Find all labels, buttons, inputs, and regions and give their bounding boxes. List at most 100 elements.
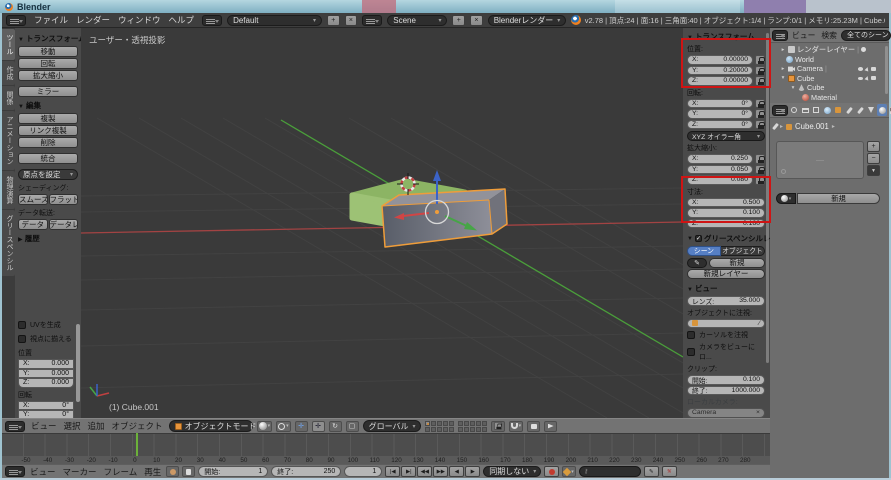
frame-lock-button[interactable] <box>182 466 195 477</box>
grease-pencil-title[interactable]: ▼✓グリースペンシルレイ <box>687 233 765 244</box>
add-scene-button[interactable]: + <box>452 15 465 26</box>
playback-button[interactable]: |◀ <box>385 466 400 477</box>
dimensions-field[interactable]: Y:0.100 <box>687 208 765 218</box>
view3d-menu-item[interactable]: オブジェクト <box>110 420 165 432</box>
tab-object[interactable] <box>833 104 843 116</box>
renderability-icon[interactable] <box>871 67 876 71</box>
timeline-menu-item[interactable]: マーカー <box>61 466 99 478</box>
layer-cell[interactable] <box>476 427 481 432</box>
shading-button[interactable]: スムーズ <box>18 194 48 205</box>
snap-button[interactable]: ▾ <box>509 421 524 432</box>
layer-cell[interactable] <box>458 421 463 426</box>
editor-type-button[interactable] <box>772 105 788 116</box>
lock-icon[interactable] <box>755 154 765 164</box>
active-keying-set-field[interactable]: ⚷ <box>579 466 641 477</box>
renderability-icon[interactable] <box>871 76 876 80</box>
lock-icon[interactable] <box>755 99 765 109</box>
visibility-icon[interactable] <box>858 67 863 71</box>
selectability-icon[interactable] <box>864 76 869 81</box>
lock-camera-checkbox[interactable]: カメラをビューにロ... <box>687 342 765 362</box>
breadcrumb-object-name[interactable]: Cube.001 <box>795 122 829 131</box>
shading-button[interactable]: フラット <box>49 194 79 205</box>
lock-cursor-checkbox[interactable]: カーソルを注視 <box>687 330 765 340</box>
edit-tool-button[interactable]: 削除 <box>18 137 78 148</box>
scale-field[interactable]: Y:0.050 <box>687 165 753 175</box>
selectability-icon[interactable] <box>864 66 869 71</box>
lock-object-field[interactable]: ∕ <box>687 319 765 329</box>
timeline-menu-item[interactable]: フレーム <box>102 466 140 478</box>
dimensions-field[interactable]: X:0.500 <box>687 198 765 208</box>
lock-icon[interactable] <box>755 55 765 65</box>
playback-button[interactable]: ▶ <box>465 466 480 477</box>
layer-cell[interactable] <box>437 427 442 432</box>
lock-icon[interactable] <box>755 66 765 76</box>
tab-constraints[interactable] <box>844 104 854 116</box>
slot-specials-button[interactable]: ▼ <box>867 165 880 176</box>
rotate-manipulator-button[interactable]: ↻ <box>329 421 342 432</box>
editor-type-button[interactable] <box>772 30 788 41</box>
transform-tool-button[interactable]: 回転 <box>18 58 78 69</box>
mode-select[interactable]: オブジェクトモード▾ <box>169 420 253 432</box>
timeline-tracks[interactable] <box>2 433 770 456</box>
tab-data[interactable] <box>866 104 876 116</box>
tool-shelf-scrollbar[interactable] <box>76 324 80 402</box>
add-layout-button[interactable]: + <box>327 15 340 26</box>
playback-button[interactable]: ◀ <box>449 466 464 477</box>
gpencil-brush-dropdown[interactable]: ✎ <box>687 258 707 268</box>
panel-title-edit[interactable]: ▼ 編集 <box>18 100 78 111</box>
location-field[interactable]: Z:0.00000 <box>687 76 753 86</box>
screen-layout-select[interactable]: Default▾ <box>227 15 322 26</box>
outliner-item-material[interactable]: Material <box>774 93 889 103</box>
delete-scene-button[interactable]: × <box>470 15 483 26</box>
layer-cell[interactable] <box>470 421 475 426</box>
delete-layout-button[interactable]: × <box>345 15 358 26</box>
pivot-point-button[interactable]: ▾ <box>276 421 291 432</box>
location-field[interactable]: Y:0.20000 <box>687 66 753 76</box>
tab-material[interactable] <box>877 104 887 116</box>
panel-title-transform[interactable]: ▼ トランスフォーム <box>18 33 78 44</box>
av-sync-select[interactable]: 同期しない▾ <box>483 466 541 477</box>
browse-material-dropdown[interactable]: ▾ <box>776 193 796 204</box>
editor-type-button[interactable] <box>5 421 25 432</box>
rotation-field[interactable]: X:0° <box>687 99 753 109</box>
layer-grid-2[interactable] <box>458 421 487 432</box>
tab-render[interactable] <box>789 104 799 116</box>
playback-button[interactable]: ▶▶ <box>433 466 448 477</box>
gpencil-new-button[interactable]: 新規 <box>709 258 765 268</box>
timeline-ruler[interactable]: -50-40-30-20-100102030405060708090100110… <box>2 456 770 464</box>
scene-icon-button[interactable] <box>362 15 382 26</box>
tab-render-layers[interactable] <box>800 104 810 116</box>
frame-end-field[interactable]: 終了:250 <box>271 466 341 477</box>
lens-field[interactable]: レンズ:35.000 <box>687 296 765 306</box>
material-slot-list[interactable]: — <box>776 141 864 179</box>
npanel-transform-title[interactable]: ▼ トランスフォーム <box>687 31 765 42</box>
visibility-icon[interactable] <box>858 77 863 81</box>
layer-cell[interactable] <box>431 421 436 426</box>
layer-cell[interactable] <box>437 421 442 426</box>
timeline-menu-item[interactable]: ビュー <box>28 466 58 478</box>
rotation-field[interactable]: Z:0° <box>687 120 753 130</box>
layer-cell[interactable] <box>470 427 475 432</box>
tool-shelf-tab[interactable]: 物理演算 <box>2 171 15 209</box>
layer-cell[interactable] <box>449 427 454 432</box>
outliner-scrollbar[interactable] <box>885 46 888 94</box>
tab-world[interactable] <box>822 104 832 116</box>
data-transfer-button[interactable]: データレ <box>49 219 79 230</box>
outliner-item-cube-data[interactable]: ▾Cube <box>774 83 889 93</box>
timeline-playhead[interactable] <box>136 433 138 456</box>
transform-tool-button[interactable]: 移動 <box>18 46 78 57</box>
delete-keyframe-button[interactable]: ✎̸ <box>662 466 677 477</box>
scene-select[interactable]: Scene▾ <box>387 15 447 26</box>
layer-cell[interactable] <box>443 427 448 432</box>
tab-scene[interactable] <box>811 104 821 116</box>
lock-icon[interactable] <box>755 165 765 175</box>
join-button[interactable]: 統合 <box>18 153 78 164</box>
view3d-menu-item[interactable]: 選択 <box>62 420 83 432</box>
data-transfer-button[interactable]: データ <box>18 219 48 230</box>
add-slot-button[interactable]: + <box>867 141 880 152</box>
edit-tool-button[interactable]: 複製 <box>18 113 78 124</box>
location-field[interactable]: X:0.00000 <box>687 55 753 65</box>
current-frame-field[interactable]: 1 <box>344 466 382 477</box>
layer-grid-1[interactable] <box>425 421 454 432</box>
tool-shelf-tab[interactable]: 関係 <box>2 86 15 110</box>
